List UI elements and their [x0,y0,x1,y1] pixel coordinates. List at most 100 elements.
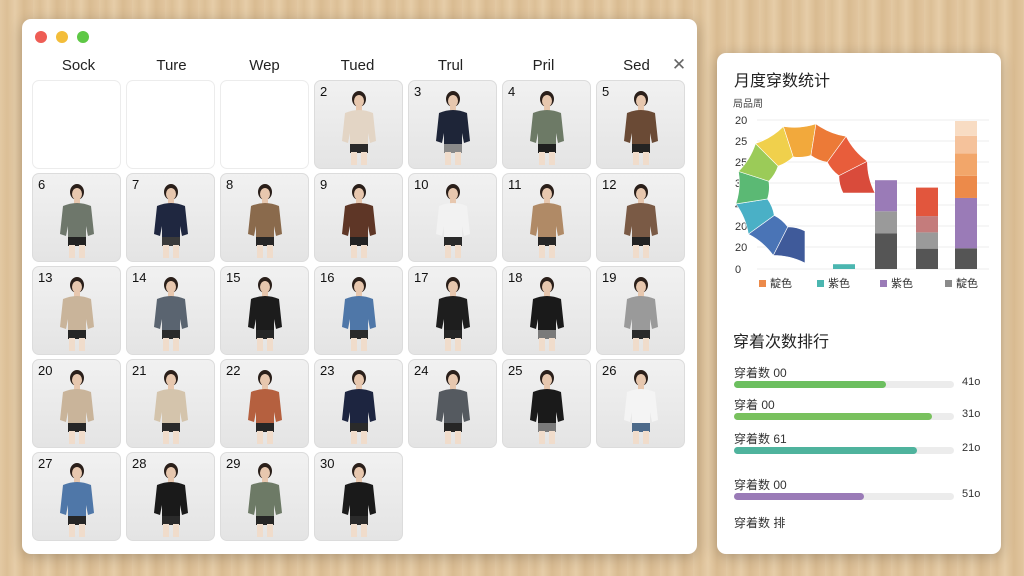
calendar-day-cell[interactable]: 18 [502,266,591,355]
calendar-day-cell[interactable]: 21 [126,359,215,448]
ranking-bar-fill [734,381,886,388]
outfit-photo [623,277,658,351]
day-number: 6 [38,177,46,192]
bar-segment [916,216,938,233]
y-tick-label: 20 [735,115,747,127]
calendar-day-cell[interactable]: 20 [32,359,121,448]
calendar-day-cell[interactable]: 16 [314,266,403,355]
weekday-header: Pril [532,57,555,74]
ranking-value: 31o [962,408,981,420]
bar-segment [955,135,977,154]
legend-swatch [945,280,952,287]
bar-segment [833,264,855,269]
bar-segment [955,153,977,176]
outfit-photo [623,370,658,444]
outfit-photo [623,184,658,258]
calendar-day-cell[interactable]: 30 [314,452,403,541]
y-tick-label: 25 [735,136,747,148]
outfit-photo [435,91,470,165]
maximize-window-button[interactable] [77,31,89,43]
bar-segment [955,197,977,249]
ranking-item[interactable]: 穿着数 排 [734,514,984,550]
bar-segment [955,175,977,198]
bar-segment [875,233,897,269]
calendar-window: ✕ Sock Ture Wep Tued Trul Pril Sed 2 3 4 5 6 7 8 9 10 1… [22,19,697,554]
bar-segment [955,248,977,269]
calendar-day-cell[interactable]: 8 [220,173,309,262]
calendar-day-cell[interactable]: 7 [126,173,215,262]
day-number: 30 [320,456,335,471]
calendar-day-cell[interactable]: 23 [314,359,403,448]
calendar-day-cell[interactable]: 2 [314,80,403,169]
day-number: 9 [320,177,328,192]
calendar-day-cell[interactable]: 14 [126,266,215,355]
calendar-day-cell[interactable]: 25 [502,359,591,448]
calendar-day-cell[interactable]: 26 [596,359,685,448]
outfit-photo [435,184,470,258]
weekday-header: Sed [623,57,650,74]
day-number: 3 [414,84,422,99]
ranking-label: 穿着数 00 [734,366,787,380]
bar-segment [955,121,977,136]
calendar-day-cell[interactable]: 29 [220,452,309,541]
outfit-photo [153,370,188,444]
legend-swatch [759,280,766,287]
day-number: 15 [226,270,241,285]
calendar-day-cell[interactable]: 13 [32,266,121,355]
outfit-photo [529,277,564,351]
outfit-photo [341,370,376,444]
outfit-photo [341,277,376,351]
legend-label: 紫色 [828,276,850,290]
ranking-item[interactable]: 穿着数 61 21o [734,430,984,466]
day-number: 5 [602,84,610,99]
calendar-day-cell[interactable]: 11 [502,173,591,262]
calendar-day-cell[interactable]: 17 [408,266,497,355]
calendar-empty-cell[interactable] [220,80,309,169]
day-number: 16 [320,270,335,285]
day-number: 18 [508,270,523,285]
calendar-day-cell[interactable]: 28 [126,452,215,541]
calendar-day-cell[interactable]: 22 [220,359,309,448]
calendar-day-cell[interactable]: 12 [596,173,685,262]
calendar-empty-cell[interactable] [32,80,121,169]
bar-segment [916,232,938,249]
day-number: 2 [320,84,328,99]
day-number: 24 [414,363,429,378]
stats-panel: 月度穿数统计 局品周 202525304020200靛色紫色紫色靛色 穿着次数排… [717,53,1001,554]
ranking-item[interactable]: 穿着 00 31o [734,396,984,432]
day-number: 27 [38,456,53,471]
ranking-item[interactable]: 穿着数 00 41o [734,364,984,400]
calendar-day-cell[interactable]: 19 [596,266,685,355]
calendar-day-cell[interactable]: 10 [408,173,497,262]
calendar-day-cell[interactable]: 4 [502,80,591,169]
calendar-day-cell[interactable]: 15 [220,266,309,355]
calendar-empty-cell[interactable] [126,80,215,169]
outfit-photo [435,277,470,351]
ranking-value: 41o [962,376,981,388]
outfit-photo [247,463,282,537]
legend-swatch [880,280,887,287]
calendar-day-cell[interactable]: 6 [32,173,121,262]
calendar-day-cell[interactable]: 5 [596,80,685,169]
outfit-photo [247,277,282,351]
day-number: 29 [226,456,241,471]
ranking-label: 穿着数 00 [734,478,787,492]
calendar-day-cell[interactable]: 24 [408,359,497,448]
outfit-photo [623,91,658,165]
outfit-photo [529,184,564,258]
calendar-day-cell[interactable]: 27 [32,452,121,541]
legend-label: 紫色 [891,276,913,290]
calendar-day-cell[interactable]: 9 [314,173,403,262]
calendar-day-cell[interactable]: 3 [408,80,497,169]
legend-swatch [817,280,824,287]
outfit-photo [59,277,94,351]
ranking-item[interactable]: 穿着数 00 51o [734,476,984,512]
weekday-header: Sock [61,57,96,74]
minimize-window-button[interactable] [56,31,68,43]
day-number: 23 [320,363,335,378]
outfit-photo [341,463,376,537]
close-window-button[interactable] [35,31,47,43]
day-number: 13 [38,270,53,285]
outfit-photo [529,370,564,444]
day-number: 12 [602,177,617,192]
